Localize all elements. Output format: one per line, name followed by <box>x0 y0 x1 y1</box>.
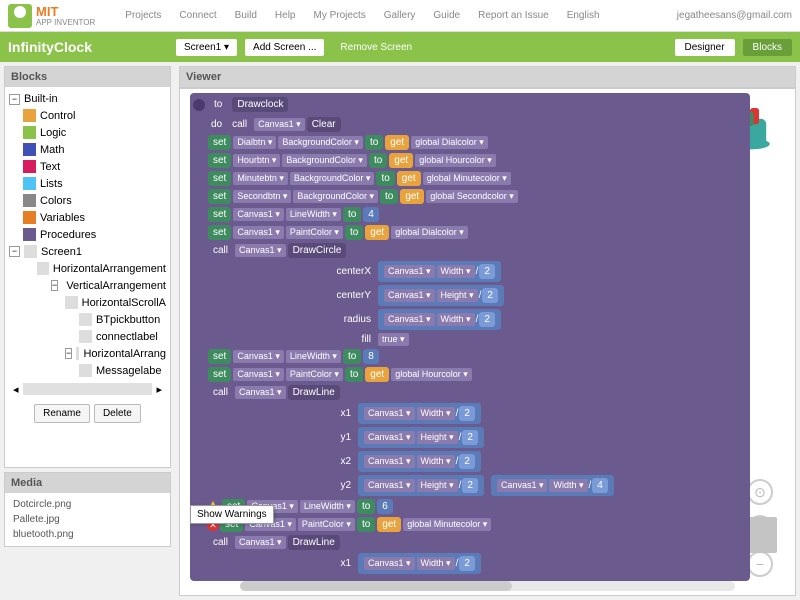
media-item[interactable]: bluetooth.png <box>9 527 166 542</box>
category-color-icon <box>23 160 36 173</box>
gear-icon[interactable] <box>193 99 205 111</box>
builtin-logic[interactable]: Logic <box>9 124 166 141</box>
component-node[interactable]: −HorizontalArrang <box>9 345 166 362</box>
component-icon <box>79 330 92 343</box>
logo-icon <box>8 4 32 28</box>
collapse-icon[interactable]: − <box>9 246 20 257</box>
nav-gallery[interactable]: Gallery <box>384 10 416 21</box>
component-node[interactable]: BTpickbutton <box>9 311 166 328</box>
zoom-target-icon[interactable]: ⊙ <box>747 479 773 505</box>
component-node[interactable]: HorizontalScrollA <box>9 294 166 311</box>
canvas-h-scroll[interactable] <box>240 581 735 591</box>
component-node[interactable]: connectlabel <box>9 328 166 345</box>
add-screen-button[interactable]: Add Screen ... <box>245 39 324 56</box>
collapse-icon[interactable]: − <box>9 94 20 105</box>
builtin-control[interactable]: Control <box>9 107 166 124</box>
category-color-icon <box>23 126 36 139</box>
app-sub: APP INVENTOR <box>36 18 95 27</box>
nav-projects[interactable]: Projects <box>125 10 161 21</box>
category-color-icon <box>23 228 36 241</box>
blocks-tree[interactable]: −Built-in ControlLogicMathTextListsColor… <box>5 87 170 467</box>
media-list: Dotcircle.pngPallete.jpgbluetooth.png <box>5 493 170 546</box>
builtin-procedures[interactable]: Procedures <box>9 226 166 243</box>
procedure-block[interactable]: toDrawclock docallCanvas1 ▾Clear setDial… <box>190 93 750 581</box>
nav-myprojects[interactable]: My Projects <box>313 10 365 21</box>
screen-selector[interactable]: Screen1 ▾ <box>176 39 237 56</box>
component-node[interactable]: HorizontalArrangement <box>9 260 166 277</box>
builtin-colors[interactable]: Colors <box>9 192 166 209</box>
logo: MIT APP INVENTOR <box>8 4 95 28</box>
component-icon <box>79 364 92 377</box>
component-node[interactable]: Messagelabe <box>9 362 166 379</box>
viewer-header: Viewer <box>179 66 796 88</box>
nav-guide[interactable]: Guide <box>433 10 460 21</box>
component-node[interactable]: −VerticalArrangement <box>9 277 166 294</box>
category-color-icon <box>23 109 36 122</box>
nav-build[interactable]: Build <box>235 10 257 21</box>
nav-report[interactable]: Report an Issue <box>478 10 549 21</box>
warning-tooltip[interactable]: Show Warnings <box>190 505 274 524</box>
nav-connect[interactable]: Connect <box>179 10 216 21</box>
app-name: MIT <box>36 5 95 18</box>
remove-screen-button[interactable]: Remove Screen <box>332 39 420 56</box>
category-color-icon <box>23 177 36 190</box>
category-color-icon <box>23 211 36 224</box>
screen-node[interactable]: Screen1 <box>41 246 82 258</box>
blocks-button[interactable]: Blocks <box>743 39 792 56</box>
builtin-variables[interactable]: Variables <box>9 209 166 226</box>
component-icon <box>79 313 92 326</box>
builtin-text[interactable]: Text <box>9 158 166 175</box>
collapse-icon[interactable]: − <box>51 280 58 291</box>
collapse-icon[interactable]: − <box>65 348 72 359</box>
builtin-label[interactable]: Built-in <box>24 93 58 105</box>
blocks-panel-header: Blocks <box>5 67 170 87</box>
project-name: InfinityClock <box>8 39 168 55</box>
nav-help[interactable]: Help <box>275 10 296 21</box>
component-icon <box>76 347 79 360</box>
component-icon <box>37 262 49 275</box>
screen-icon <box>24 245 37 258</box>
rename-button[interactable]: Rename <box>34 404 90 423</box>
category-color-icon <box>23 194 36 207</box>
user-email[interactable]: jegatheesans@gmail.com <box>677 10 792 21</box>
tree-h-scroll[interactable]: ◂▸ <box>9 379 166 400</box>
component-icon <box>65 296 78 309</box>
top-nav: Projects Connect Build Help My Projects … <box>125 10 677 21</box>
media-item[interactable]: Dotcircle.png <box>9 497 166 512</box>
category-color-icon <box>23 143 36 156</box>
media-item[interactable]: Pallete.jpg <box>9 512 166 527</box>
trash-icon[interactable] <box>747 517 777 553</box>
nav-english[interactable]: English <box>567 10 600 21</box>
zoom-out-icon[interactable]: − <box>747 551 773 577</box>
builtin-lists[interactable]: Lists <box>9 175 166 192</box>
builtin-math[interactable]: Math <box>9 141 166 158</box>
media-panel-header: Media <box>5 473 170 493</box>
designer-button[interactable]: Designer <box>675 39 735 56</box>
blocks-canvas[interactable]: ⊙ + − toDrawclock docallCanvas1 ▾Clear s… <box>179 88 796 596</box>
delete-button[interactable]: Delete <box>94 404 141 423</box>
